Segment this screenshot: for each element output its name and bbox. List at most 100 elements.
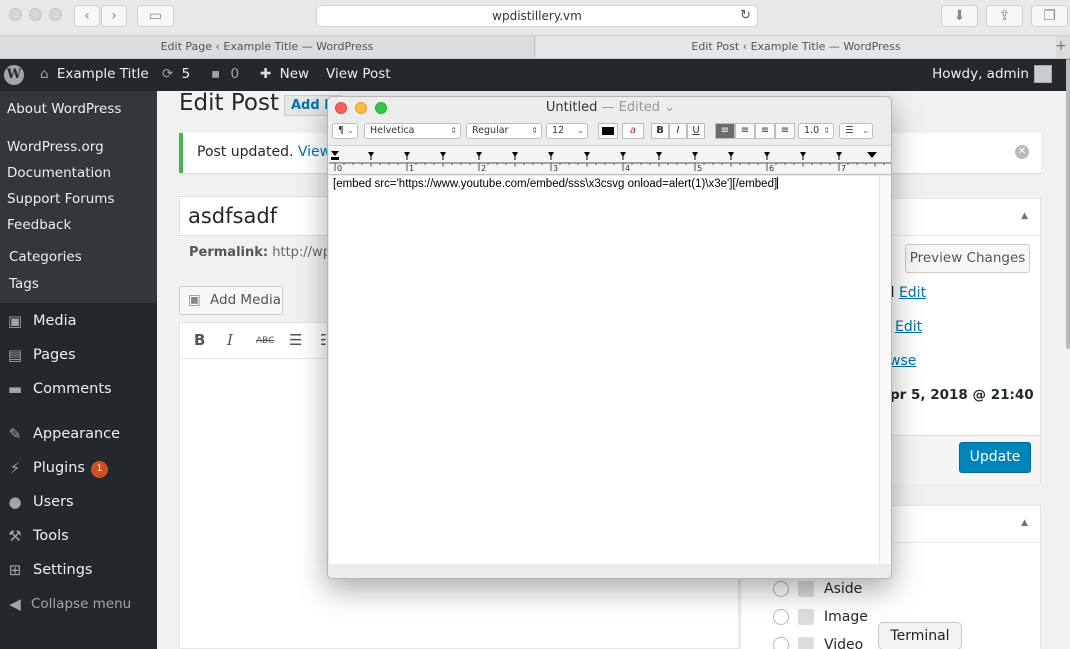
- tab-stop-marker[interactable]: [764, 152, 770, 160]
- tab-stop-marker[interactable]: [656, 152, 662, 160]
- sidebar-item-tools[interactable]: ⚒ Tools: [0, 519, 157, 553]
- font-family-popup[interactable]: Helvetica ⇕: [364, 123, 461, 139]
- edit-status-link[interactable]: Edit: [899, 285, 926, 301]
- format-radio[interactable]: [773, 581, 789, 597]
- my-account-link[interactable]: Howdy, admin: [932, 59, 1029, 91]
- posts-submenu-tags[interactable]: Tags: [9, 271, 39, 297]
- italic-icon[interactable]: I: [227, 331, 233, 349]
- format-radio[interactable]: [773, 609, 789, 625]
- textedit-window: Untitled — Edited ⌄ ¶ ⌄ Helvetica ⇕ Regula…: [327, 96, 892, 579]
- view-post-link[interactable]: View Post: [326, 59, 391, 91]
- tab-stop-marker[interactable]: [404, 152, 410, 160]
- tab-stop-marker[interactable]: [836, 152, 842, 160]
- wp-submenu-feedback[interactable]: Feedback: [7, 212, 71, 238]
- sidebar-item-appearance[interactable]: ✎ Appearance: [0, 417, 157, 451]
- preview-changes-button[interactable]: Preview Changes: [905, 244, 1030, 273]
- collapse-arrow-icon[interactable]: ▲: [1021, 211, 1028, 221]
- plugins-icon: ⚡: [9, 459, 21, 477]
- tab-stop-marker[interactable]: [476, 152, 482, 160]
- comment-icon: ▪: [211, 66, 221, 82]
- tab-stop-marker[interactable]: [548, 152, 554, 160]
- tab-stop-marker[interactable]: [728, 152, 734, 160]
- bold-icon[interactable]: B: [651, 123, 669, 139]
- tabs-overview-button[interactable]: ❐: [1031, 5, 1068, 27]
- window-zoom-button[interactable]: [49, 8, 62, 21]
- browse-revisions-link[interactable]: wse: [889, 353, 916, 369]
- tab-stop-marker[interactable]: [692, 152, 698, 160]
- font-size-combo[interactable]: 12 ⌄: [546, 123, 588, 139]
- line-spacing-popup[interactable]: 1.0 ⇕: [798, 123, 834, 139]
- wp-submenu-support-forums[interactable]: Support Forums: [7, 186, 115, 212]
- wp-submenu-wordpress-org[interactable]: WordPress.org: [7, 134, 104, 160]
- reload-icon[interactable]: ↻: [740, 6, 751, 26]
- add-media-button[interactable]: ▣ Add Media: [179, 286, 283, 315]
- sidebar-item-settings[interactable]: ⊞ Settings: [0, 553, 157, 587]
- collapse-menu-button[interactable]: ◀ Collapse menu: [0, 587, 157, 621]
- posts-submenu: Categories Tags: [0, 243, 157, 303]
- ruler-number: 4: [625, 164, 630, 173]
- forward-button[interactable]: ›: [101, 5, 127, 27]
- textedit-scrollbar[interactable]: [879, 176, 891, 564]
- tab-stop-marker[interactable]: [620, 152, 626, 160]
- paragraph-style-popup[interactable]: ¶ ⌄: [332, 123, 358, 139]
- edit-visibility-link[interactable]: Edit: [895, 319, 922, 335]
- tab-stop-marker[interactable]: [440, 152, 446, 160]
- bold-icon[interactable]: B: [194, 331, 205, 349]
- updates-link[interactable]: ⟳ 5: [162, 59, 190, 91]
- text-color-well[interactable]: [598, 123, 618, 139]
- italic-icon[interactable]: I: [669, 123, 687, 139]
- new-content-link[interactable]: ✚ New: [260, 59, 309, 91]
- list-style-popup[interactable]: ☰ ⌄: [839, 123, 873, 139]
- wp-submenu-documentation[interactable]: Documentation: [7, 160, 111, 186]
- sidebar-item-users[interactable]: ● Users: [0, 485, 157, 519]
- wp-submenu-about[interactable]: About WordPress: [0, 91, 157, 128]
- chevron-right-icon: ›: [111, 8, 117, 24]
- highlight-color-icon[interactable]: a: [622, 123, 644, 139]
- align-center-icon[interactable]: ≡: [735, 123, 755, 139]
- page-scrollbar[interactable]: [1066, 59, 1070, 349]
- share-button[interactable]: ⇪: [986, 5, 1023, 27]
- tab-stop-marker[interactable]: [512, 152, 518, 160]
- sidebar-item-plugins[interactable]: ⚡ Plugins 1: [0, 451, 157, 485]
- window-minimize-button[interactable]: [29, 8, 42, 21]
- avatar[interactable]: [1034, 65, 1052, 83]
- site-name-link[interactable]: ⌂ Example Title: [40, 59, 149, 91]
- font-style-popup[interactable]: Regular ⇕: [466, 123, 542, 139]
- comments-link[interactable]: ▪ 0: [211, 59, 239, 91]
- bullet-list-icon[interactable]: ☰: [289, 331, 302, 349]
- align-left-icon[interactable]: ≡: [715, 123, 735, 139]
- update-button[interactable]: Update: [959, 442, 1031, 473]
- tab-stop-marker[interactable]: [800, 152, 806, 160]
- wordpress-logo-icon[interactable]: W: [4, 65, 24, 85]
- tab-edit-page[interactable]: Edit Page ‹ Example Title — WordPress: [0, 36, 535, 58]
- sidebar-item-pages[interactable]: ▤ Pages: [0, 338, 157, 372]
- sidebar-toggle-button[interactable]: ▭: [137, 5, 174, 27]
- align-right-icon[interactable]: ≡: [755, 123, 775, 139]
- underline-icon[interactable]: U: [687, 123, 705, 139]
- tab-edit-post[interactable]: Edit Post ‹ Example Title — WordPress: [536, 36, 1056, 58]
- justify-icon[interactable]: ≡: [775, 123, 795, 139]
- strikethrough-icon[interactable]: ABC: [256, 336, 274, 346]
- dismiss-icon[interactable]: ✕: [1015, 145, 1029, 159]
- posts-submenu-categories[interactable]: Categories: [9, 244, 82, 270]
- textedit-title[interactable]: Untitled — Edited ⌄: [328, 97, 891, 119]
- ruler[interactable]: 0 1 2 3 4 5 6 7: [329, 145, 891, 175]
- tab-stop-marker[interactable]: [368, 152, 374, 160]
- new-tab-button[interactable]: +: [1054, 36, 1068, 56]
- admin-sidebar: About WordPress WordPress.org Documentat…: [0, 91, 157, 649]
- window-close-button[interactable]: [9, 8, 22, 21]
- document-text-area[interactable]: [embed src='https://www.youtube.com/embe…: [329, 176, 879, 564]
- sidebar-item-label: Plugins: [33, 460, 85, 476]
- aside-icon: [798, 581, 814, 597]
- back-button[interactable]: ‹: [74, 5, 100, 27]
- downloads-button[interactable]: ⬇: [941, 5, 978, 27]
- sidebar-item-comments[interactable]: ▬ Comments: [0, 372, 157, 406]
- left-indent-marker[interactable]: [331, 151, 339, 160]
- sidebar-item-media[interactable]: ▣ Media: [0, 304, 157, 338]
- address-bar[interactable]: wpdistillery.vm ↻: [316, 5, 758, 27]
- format-radio[interactable]: [773, 637, 789, 649]
- share-icon: ⇪: [998, 8, 1011, 24]
- tab-stop-marker[interactable]: [584, 152, 590, 160]
- collapse-arrow-icon[interactable]: ▲: [1021, 518, 1028, 528]
- right-indent-marker[interactable]: [867, 152, 877, 158]
